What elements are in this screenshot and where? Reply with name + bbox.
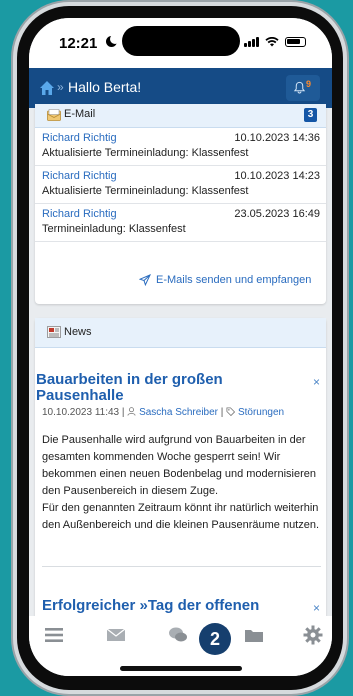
breadcrumb-separator: »: [57, 80, 64, 94]
mail-icon[interactable]: [105, 624, 127, 646]
news-divider: [42, 566, 321, 567]
menu-icon[interactable]: [43, 624, 65, 646]
email-subject[interactable]: Aktualisierte Termineinladung: Klassenfe…: [42, 185, 248, 197]
mail-folder-icon: [47, 109, 61, 121]
status-time: 12:21: [59, 35, 98, 52]
page-title: Hallo Berta!: [68, 79, 142, 95]
news-article-paragraph: Die Pausenhalle wird aufgrund von Bauarb…: [42, 434, 316, 497]
user-icon: [127, 407, 136, 416]
news-widget-title: News: [64, 326, 92, 338]
news-widget-header: News: [35, 318, 326, 348]
email-list-item[interactable]: Richard Richtig 10.10.2023 14:36 Aktuali…: [35, 128, 326, 166]
email-subject[interactable]: Termineinladung: Klassenfest: [42, 223, 186, 235]
settings-icon[interactable]: [302, 624, 324, 646]
home-icon[interactable]: [39, 80, 55, 96]
newspaper-icon: [47, 326, 61, 338]
email-subject[interactable]: Aktualisierte Termineinladung: Klassenfe…: [42, 147, 248, 159]
email-widget-title: E-Mail: [64, 108, 96, 120]
email-date: 23.05.2023 16:49: [234, 208, 320, 220]
paper-plane-icon: [139, 274, 151, 286]
news-article-date: 10.10.2023 11:43: [42, 407, 120, 418]
tag-icon: [226, 407, 236, 417]
status-bar: 12:21: [29, 18, 332, 68]
close-article-button[interactable]: ×: [313, 601, 320, 615]
email-date: 10.10.2023 14:23: [234, 170, 320, 182]
wifi-icon: [265, 37, 279, 47]
dynamic-island: [122, 26, 240, 56]
phone-screen: 12:21 » Hallo Berta! 9 E-Mail 3 Richard …: [29, 18, 332, 676]
notifications-button[interactable]: 9: [286, 75, 320, 101]
notification-count-badge: 9: [306, 79, 312, 89]
email-sender[interactable]: Richard Richtig: [42, 132, 117, 144]
email-date: 10.10.2023 14:36: [234, 132, 320, 144]
send-receive-emails-link[interactable]: E-Mails senden und empfangen: [139, 274, 311, 286]
news-article-paragraph: Für den genannten Zeitraum könnt ihr nat…: [42, 502, 320, 531]
bell-icon: [293, 81, 306, 94]
send-receive-emails-label: E-Mails senden und empfangen: [156, 274, 312, 286]
folder-icon[interactable]: [243, 624, 265, 646]
chat-icon[interactable]: [167, 624, 189, 646]
email-list-item[interactable]: Richard Richtig 10.10.2023 14:23 Aktuali…: [35, 166, 326, 204]
home-indicator[interactable]: [120, 666, 242, 671]
email-widget-header: E-Mail 3: [35, 104, 326, 128]
signal-icon: [244, 37, 259, 47]
app-header: » Hallo Berta! 9: [29, 68, 332, 108]
focus-mode-icon: [106, 34, 120, 47]
email-sender[interactable]: Richard Richtig: [42, 208, 117, 220]
news-article-author[interactable]: Sascha Schreiber: [139, 407, 218, 418]
battery-icon: [285, 37, 306, 47]
close-article-button[interactable]: ×: [313, 375, 320, 389]
news-article-title[interactable]: Bauarbeiten in der großen Pausenhalle: [36, 372, 276, 404]
status-icons: [244, 37, 306, 47]
step-marker-badge: 2: [199, 623, 231, 655]
news-article-meta: 10.10.2023 11:43 | Sascha Schreiber | St…: [42, 407, 285, 418]
email-count-badge: 3: [304, 108, 317, 122]
email-sender[interactable]: Richard Richtig: [42, 170, 117, 182]
news-article-category[interactable]: Störungen: [238, 407, 284, 418]
email-list-item[interactable]: Richard Richtig 23.05.2023 16:49 Termine…: [35, 204, 326, 242]
